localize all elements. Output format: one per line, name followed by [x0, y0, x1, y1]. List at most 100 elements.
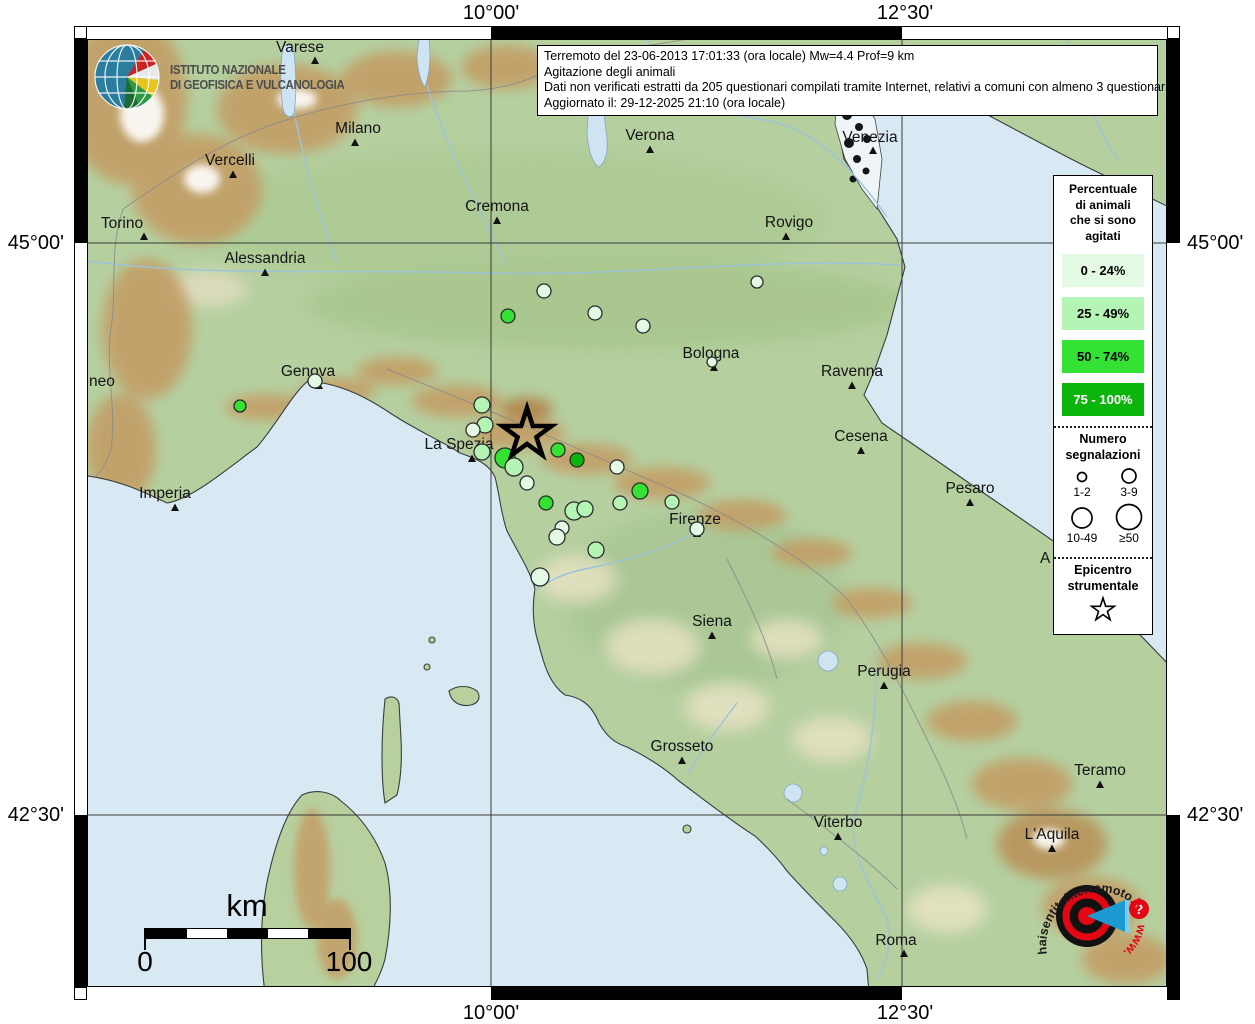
- report-point: [665, 495, 679, 509]
- haisentitoilterremoto-logo: ? haisentitoilterremoto.it www.: [1022, 838, 1174, 1000]
- report-point: [610, 460, 624, 474]
- legend-epicenter-star-icon: [1055, 594, 1152, 628]
- city-label: Pesaro: [945, 480, 994, 497]
- signal-size-circle: [1122, 469, 1136, 483]
- city-label: Genova: [281, 363, 336, 380]
- report-point: [501, 309, 515, 323]
- frame-segment: [87, 27, 491, 39]
- frame-segment: [75, 243, 87, 815]
- report-point: [632, 483, 648, 499]
- report-point: [549, 529, 565, 545]
- frame-segment: [491, 26, 902, 39]
- frame-segment: [491, 987, 902, 1000]
- legend-divider: [1054, 426, 1152, 428]
- signal-size-label: 10-49: [1066, 531, 1097, 545]
- report-point: [520, 476, 534, 490]
- scale-segment: [187, 929, 228, 938]
- legend-epicenter-title: Epicentrostrumentale: [1054, 562, 1152, 594]
- legend-signals-title: Numerosegnalazioni: [1054, 431, 1152, 463]
- report-point: [234, 400, 246, 412]
- signal-size-label: ≥50: [1119, 531, 1139, 545]
- report-point: [308, 374, 322, 388]
- report-point: [588, 306, 602, 320]
- title-line-4: Aggiornato il: 29-12-2025 21:10 (ora loc…: [544, 96, 1151, 112]
- report-point: [588, 542, 604, 558]
- title-box: Terremoto del 23-06-2013 17:01:33 (ora l…: [537, 45, 1158, 116]
- axis-label-bottom-left: 10°00': [463, 1002, 519, 1024]
- frame-corner: [74, 26, 87, 39]
- legend-bands: 0 - 24%25 - 49%50 - 74%75 - 100%: [1054, 254, 1152, 416]
- frame-corner: [1167, 26, 1180, 39]
- city-label: Torino: [101, 215, 143, 232]
- city-label: Imperia: [139, 485, 191, 502]
- city-label: Milano: [335, 120, 381, 137]
- report-point: [531, 568, 549, 586]
- scale-segment: [268, 929, 309, 938]
- city-label: Teramo: [1074, 762, 1126, 779]
- frame-segment: [902, 27, 1167, 39]
- legend-title: Percentualedi animaliche si sonoagitati: [1054, 176, 1152, 244]
- ingv-logo: ISTITUTO NAZIONALE DI GEOFISICA E VULCAN…: [94, 42, 368, 112]
- city-label: Grosseto: [651, 738, 714, 755]
- ingv-name-line1: ISTITUTO NAZIONALE: [170, 62, 344, 77]
- city-label: Cesena: [834, 428, 888, 445]
- city-label: Alessandria: [225, 250, 306, 267]
- legend-divider: [1054, 557, 1152, 559]
- city-label: Verona: [625, 127, 675, 144]
- report-point: [466, 423, 480, 437]
- report-point: [474, 397, 490, 413]
- legend-star-icon: [1091, 598, 1114, 620]
- scale-segment: [308, 929, 349, 938]
- frame-segment: [1167, 39, 1180, 243]
- signal-size-circle: [1116, 505, 1141, 530]
- report-point: [474, 444, 490, 460]
- axis-label-top-right: 12°30': [877, 2, 933, 25]
- city-label: Perugia: [857, 663, 911, 680]
- legend-panel: Percentualedi animaliche si sonoagitati …: [1053, 175, 1153, 635]
- city-label: Vercelli: [205, 152, 255, 169]
- legend-signal-circles: 1-2 3-9 10-49 ≥50: [1055, 463, 1152, 547]
- city-label: Ravenna: [821, 363, 883, 380]
- signal-size-label: 1-2: [1073, 485, 1091, 499]
- title-line-2: Agitazione degli animali: [544, 65, 1151, 81]
- report-point: [751, 276, 763, 288]
- scale-segment: [227, 929, 268, 938]
- report-point: [707, 357, 717, 367]
- legend-band: 25 - 49%: [1062, 297, 1144, 330]
- axis-label-right-45: 45°00': [1187, 232, 1243, 255]
- report-point: [570, 453, 584, 467]
- report-point: [551, 443, 565, 457]
- scale-start: 0: [137, 946, 153, 978]
- axis-label-bottom-right: 12°30': [877, 1002, 933, 1024]
- signal-size-circle: [1072, 508, 1092, 528]
- axis-label-left-42: 42°30': [8, 804, 64, 827]
- frame-segment: [74, 815, 87, 987]
- legend-band: 50 - 74%: [1062, 340, 1144, 373]
- signal-size-label: 3-9: [1120, 485, 1138, 499]
- map-page: 10°00' 12°30' 10°00' 12°30' 45°00' 42°30…: [0, 0, 1255, 1024]
- scale-unit: km: [226, 888, 267, 924]
- map-canvas: VareseMilanoVercelliTorinoCremonaVeronaV…: [87, 39, 1167, 987]
- report-point: [539, 496, 553, 510]
- ingv-name: ISTITUTO NAZIONALE DI GEOFISICA E VULCAN…: [170, 62, 344, 92]
- city-label: Viterbo: [814, 814, 863, 831]
- city-label: neo: [89, 373, 115, 390]
- city-label: Roma: [875, 932, 917, 949]
- axis-label-right-42: 42°30': [1187, 804, 1243, 827]
- signal-size-circle: [1077, 473, 1086, 482]
- axis-label-top-left: 10°00': [463, 2, 519, 25]
- axis-label-left-45: 45°00': [8, 232, 64, 255]
- city-label: A: [1040, 550, 1051, 567]
- legend-band: 0 - 24%: [1062, 254, 1144, 287]
- scale-segment: [146, 929, 187, 938]
- scale-end: 100: [326, 946, 373, 978]
- report-point: [636, 319, 650, 333]
- city-label: Cremona: [465, 198, 529, 215]
- frame-corner: [74, 987, 87, 1000]
- city-label: Siena: [692, 613, 732, 630]
- scale-bar-track: [145, 928, 350, 939]
- report-point: [505, 458, 523, 476]
- city-label: Rovigo: [765, 214, 813, 231]
- report-point: [537, 284, 551, 298]
- frame-segment: [74, 39, 87, 243]
